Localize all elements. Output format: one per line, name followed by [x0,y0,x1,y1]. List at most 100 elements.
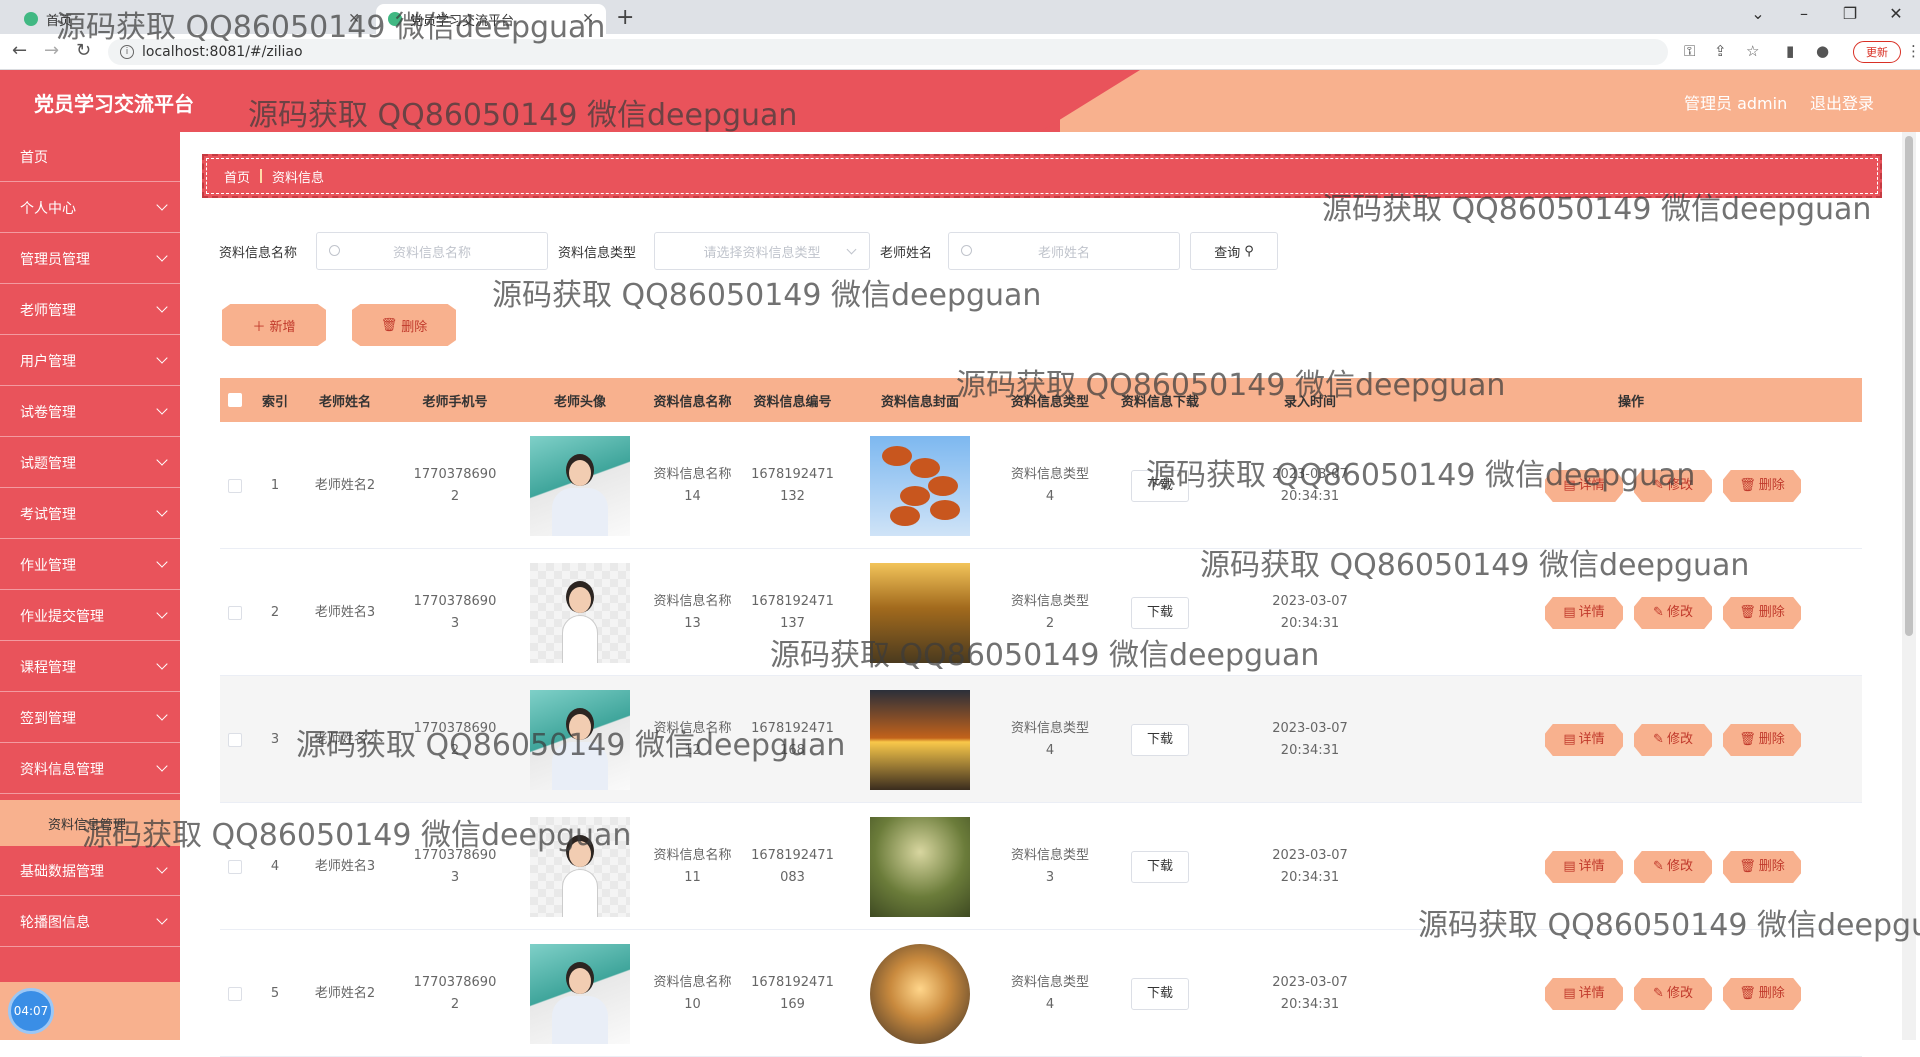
avatar-cell [520,930,640,1057]
pencil-icon: ✎ [1653,605,1664,620]
edit-button[interactable]: ✎ 修改 [1634,470,1712,502]
trash-icon: 🗑 [1739,732,1756,747]
back-icon[interactable]: ← [12,40,27,61]
download-button[interactable]: 下载 [1131,850,1189,883]
row-checkbox[interactable] [228,732,242,747]
edit-button[interactable]: ✎ 修改 [1634,978,1712,1010]
edit-button[interactable]: ✎ 修改 [1634,724,1712,756]
tab-search-icon[interactable]: ⌄ [1738,4,1778,23]
browser-tab[interactable]: 首页 ✕ [12,4,372,34]
table-row[interactable]: 1 老师姓名2 1770378690 2 资料信息名称 14 1678192471 132 资料… [220,422,1862,549]
row-checkbox[interactable] [228,986,242,1001]
sidebar-item[interactable]: 签到管理 [0,693,180,743]
detail-button[interactable]: ▤ 详情 [1545,597,1623,629]
sidebar-item[interactable]: 老师管理 [0,285,180,335]
share-icon[interactable]: ⇪ [1714,42,1727,60]
update-button[interactable]: 更新 [1853,41,1901,63]
detail-button[interactable]: ▤ 详情 [1545,724,1623,756]
url-field[interactable]: i localhost:8081/#/ziliao [108,39,1668,65]
edit-button[interactable]: ✎ 修改 [1634,851,1712,883]
delete-button[interactable]: 🗑 删除 [1723,470,1801,502]
delete-button[interactable]: 🗑 删除 [1723,597,1801,629]
teacher-avatar-image[interactable] [530,562,630,663]
sidebar-subitem-ziliao[interactable]: 资料信息管理 [0,800,180,846]
reload-icon[interactable]: ↻ [76,40,91,61]
teacher-phone-line: 3 [450,869,460,885]
query-button[interactable]: 查询 ⚲ [1190,232,1278,270]
sidebar-item[interactable]: 基础数据管理 [0,846,180,896]
select-all-cell[interactable] [220,378,250,422]
sidebar-item[interactable]: 首页 [0,132,180,182]
sidebar-item[interactable]: 课程管理 [0,642,180,692]
bookmark-star-icon[interactable]: ☆ [1746,42,1759,60]
close-window-button[interactable]: ✕ [1876,4,1916,23]
detail-button-label: 详情 [1578,986,1605,1001]
teacher-filter-input[interactable]: 老师姓名 [948,232,1180,270]
edit-button[interactable]: ✎ 修改 [1634,597,1712,629]
name-filter-input[interactable]: 资料信息名称 [316,232,548,270]
teacher-avatar-image[interactable] [530,435,630,536]
download-button[interactable]: 下载 [1131,469,1189,502]
detail-button[interactable]: ▤ 详情 [1545,851,1623,883]
close-tab-icon[interactable]: ✕ [348,11,360,27]
detail-button[interactable]: ▤ 详情 [1545,470,1623,502]
browser-tab-active[interactable]: 党员学习交流平台 ✕ [376,4,606,34]
material-cover-image[interactable] [870,689,970,790]
select-all-checkbox[interactable] [228,393,242,407]
sidebar-item-label: 轮播图信息 [20,914,90,931]
sidebar-item[interactable]: 试卷管理 [0,387,180,437]
forward-icon[interactable]: → [44,40,59,61]
material-cover-image[interactable] [870,816,970,917]
teacher-avatar-image[interactable] [530,943,630,1044]
sidebar-item[interactable]: 试题管理 [0,438,180,488]
teacher-avatar-image[interactable] [530,816,630,917]
created-time-line: 20:34:31 [1280,869,1340,885]
page-scrollbar[interactable] [1902,132,1916,1040]
download-button[interactable]: 下载 [1131,723,1189,756]
autumn-leaf [900,485,930,506]
delete-button[interactable]: 🗑 删除 [1723,724,1801,756]
delete-button[interactable]: 🗑 删除 [1723,978,1801,1010]
sidebar-item[interactable]: 管理员管理 [0,234,180,284]
side-panel-icon[interactable]: ▮ [1786,42,1794,60]
type-filter-select[interactable]: 请选择资料信息类型 [654,232,870,270]
profile-icon[interactable]: ● [1816,42,1829,60]
table-row[interactable]: 4 老师姓名3 1770378690 3 资料信息名称 11 1678192471 083 资料… [220,803,1862,930]
material-cover-image[interactable] [870,562,970,663]
breadcrumb-home[interactable]: 首页 [224,167,250,186]
avatar-face [569,713,591,740]
download-button[interactable]: 下载 [1131,596,1189,629]
material-cover-image[interactable] [870,435,970,536]
batch-delete-button[interactable]: 🗑 删除 [352,304,456,346]
row-checkbox[interactable] [228,605,242,620]
table-row[interactable]: 2 老师姓名3 1770378690 3 资料信息名称 13 1678192471 137 资料… [220,549,1862,676]
sidebar-item[interactable]: 用户管理 [0,336,180,386]
sidebar-item-label: 资料信息管理 [20,761,104,778]
browser-menu-icon[interactable]: ⋮ [1906,42,1920,60]
table-row[interactable]: 5 老师姓名2 1770378690 2 资料信息名称 10 1678192471 169 资料… [220,930,1862,1057]
row-checkbox[interactable] [228,859,242,874]
close-tab-icon[interactable]: ✕ [582,11,594,27]
delete-button[interactable]: 🗑 删除 [1723,851,1801,883]
teacher-avatar-image[interactable] [530,689,630,790]
restore-button[interactable]: ❐ [1830,4,1870,23]
detail-button[interactable]: ▤ 详情 [1545,978,1623,1010]
row-checkbox[interactable] [228,478,242,493]
sidebar-item[interactable]: 作业提交管理 [0,591,180,641]
created-time: 2023-03-07 20:34:31 [1272,464,1348,508]
sidebar-item[interactable]: 轮播图信息 [0,897,180,947]
minimize-button[interactable]: – [1784,4,1824,23]
sidebar-item[interactable]: 考试管理 [0,489,180,539]
key-icon[interactable]: ⚿ [1684,42,1695,60]
add-button[interactable]: ＋ 新增 [222,304,326,346]
sidebar-item[interactable]: 作业管理 [0,540,180,590]
material-cover-image[interactable] [870,943,970,1044]
sidebar-item[interactable]: 个人中心 [0,183,180,233]
logout-link[interactable]: 退出登录 [1810,90,1874,114]
site-info-icon[interactable]: i [120,45,134,59]
sidebar-item[interactable]: 资料信息管理 [0,744,180,794]
scrollbar-thumb[interactable] [1905,136,1913,636]
download-button[interactable]: 下载 [1131,977,1189,1010]
new-tab-button[interactable]: + [616,5,634,30]
table-row[interactable]: 3 老师姓名2 1770378690 2 资料信息名称 12 1678192471 168 资料… [220,676,1862,803]
